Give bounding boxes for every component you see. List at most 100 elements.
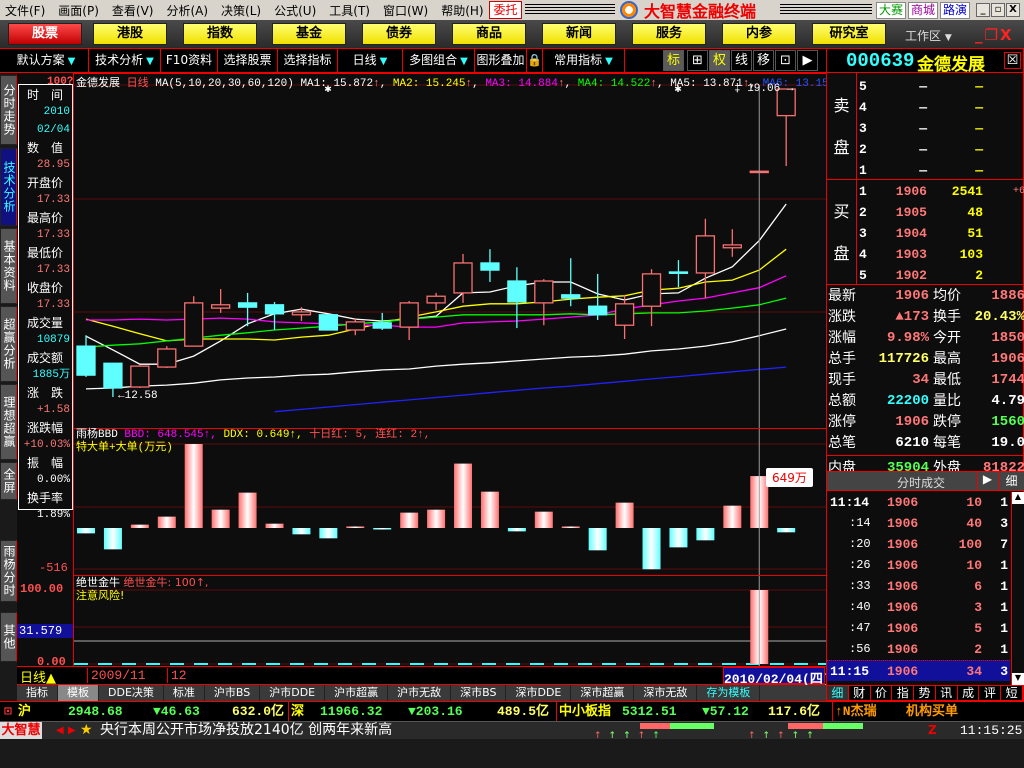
template-tab[interactable]: 存为模板 bbox=[697, 685, 761, 701]
template-tab[interactable]: 沪市BS bbox=[205, 685, 261, 701]
chart-tool-button[interactable]: ⊡ bbox=[775, 50, 796, 71]
bbd-bar[interactable] bbox=[211, 509, 230, 528]
bbd-bar[interactable] bbox=[723, 505, 742, 528]
tick-row[interactable]: :40 1906 3 1 bbox=[827, 597, 1010, 618]
side-tab[interactable]: 其他 bbox=[0, 612, 17, 662]
tick-row[interactable]: :26 1906 10 1 bbox=[827, 555, 1010, 576]
template-tab[interactable]: 指标 bbox=[17, 685, 58, 701]
tick-row[interactable]: :20 1906 100 7 bbox=[827, 534, 1010, 555]
tick-row[interactable]: 11:15 1906 34 3 bbox=[827, 660, 1010, 681]
candle[interactable] bbox=[157, 346, 177, 369]
function-button[interactable]: 图形叠加 bbox=[475, 49, 527, 72]
nav-button[interactable]: 服务 bbox=[632, 23, 706, 45]
close-button[interactable]: X bbox=[1006, 3, 1020, 17]
side-tab[interactable]: 基本资料 bbox=[0, 228, 17, 304]
candle[interactable] bbox=[426, 292, 446, 311]
candle[interactable] bbox=[453, 253, 473, 303]
candle[interactable] bbox=[291, 307, 312, 321]
quote-tab[interactable]: 细 bbox=[827, 686, 849, 700]
kline-panel[interactable]: ✱ ✱ 金德发展 日线 MA(5,10,20,30,60,120) MA1: 15… bbox=[74, 73, 848, 429]
alert-type[interactable]: 机构买单 bbox=[906, 702, 958, 721]
quote-tab[interactable]: 短 bbox=[1001, 686, 1024, 700]
bbd-bar[interactable] bbox=[77, 528, 95, 534]
quote-tab[interactable]: 评 bbox=[979, 686, 1002, 700]
menu-item[interactable]: 工具(T) bbox=[324, 2, 375, 19]
bbd-bar[interactable] bbox=[184, 444, 203, 528]
function-button[interactable]: 常用指标 ▼ bbox=[543, 49, 625, 72]
bbd-bar[interactable] bbox=[346, 526, 365, 529]
sell-level-row[interactable]: 2 — — bbox=[857, 139, 1024, 160]
workspace-menu[interactable]: 工作区 ▼ bbox=[905, 27, 952, 44]
bbd-panel[interactable]: 雨杨BBD BBD: 648.545↑, DDX: 0.649↑, 十日红: 5… bbox=[74, 428, 826, 576]
bbd-bar[interactable] bbox=[292, 528, 311, 535]
ticks-scrollbar[interactable]: ▲ ▼ bbox=[1011, 492, 1024, 685]
template-tab[interactable]: 沪市DDE bbox=[260, 685, 326, 701]
candle[interactable] bbox=[776, 88, 796, 167]
candle[interactable] bbox=[695, 218, 716, 299]
template-tab[interactable]: 深市BS bbox=[451, 685, 507, 701]
buy-level-row[interactable]: 2 1905 48 bbox=[857, 202, 1024, 223]
side-tab[interactable]: 超赢分析 bbox=[0, 306, 17, 382]
bbd-bar[interactable] bbox=[130, 524, 149, 528]
tick-row[interactable]: :14 1906 40 3 bbox=[827, 513, 1010, 534]
buy-level-row[interactable]: 5 1902 2 bbox=[857, 265, 1024, 286]
workspace-window-controls[interactable]: _❐X bbox=[975, 26, 1014, 44]
bbd-bar[interactable] bbox=[534, 511, 553, 528]
bbd-bar[interactable] bbox=[400, 512, 419, 528]
function-button[interactable]: F10资料 bbox=[161, 49, 218, 72]
menu-item[interactable]: 帮助(H) bbox=[436, 2, 488, 19]
close-icon[interactable]: X bbox=[1000, 26, 1014, 44]
nav-button[interactable]: 股票 bbox=[8, 23, 82, 45]
bbd-bar[interactable] bbox=[319, 528, 338, 539]
chart-tool-button[interactable]: ▶ bbox=[797, 50, 818, 71]
detail-button[interactable]: 细 bbox=[998, 472, 1024, 490]
menu-item[interactable]: 窗口(W) bbox=[378, 2, 433, 19]
candle[interactable] bbox=[614, 294, 635, 340]
function-button[interactable]: 日线 ▼ bbox=[338, 49, 403, 72]
buy-level-row[interactable]: 1 1906 2541 +6 bbox=[857, 181, 1024, 202]
next-news-button[interactable]: ▶ bbox=[68, 722, 76, 739]
sell-level-row[interactable]: 4 — — bbox=[857, 97, 1024, 118]
mall-button[interactable]: 商城 bbox=[908, 2, 938, 19]
template-tab[interactable]: 深市超赢 bbox=[571, 685, 635, 701]
period-toggle[interactable]: 日线▲ bbox=[20, 667, 56, 686]
buy-level-row[interactable]: 4 1903 103 bbox=[857, 244, 1024, 265]
candle[interactable] bbox=[345, 318, 365, 336]
menu-item[interactable]: 决策(L) bbox=[216, 2, 266, 19]
candle[interactable] bbox=[318, 314, 339, 331]
sell-level-row[interactable]: 3 — — bbox=[857, 118, 1024, 139]
bbd-bar[interactable] bbox=[427, 509, 446, 528]
chart-tool-button[interactable]: 权 bbox=[709, 50, 730, 71]
contest-button[interactable]: 大赛 bbox=[876, 2, 906, 19]
nav-button[interactable]: 基金 bbox=[272, 23, 346, 45]
trade-button[interactable]: 委托 bbox=[489, 1, 522, 19]
chart-tool-button[interactable]: 标 bbox=[663, 50, 684, 71]
candle[interactable] bbox=[668, 260, 689, 288]
news-headline[interactable]: 央行本周公开市场净投放2140亿 创两年来新高 bbox=[100, 722, 392, 739]
bbd-bar[interactable] bbox=[265, 523, 284, 528]
function-button[interactable]: 选择股票 bbox=[218, 49, 278, 72]
sme-label[interactable]: 中小板指 bbox=[556, 702, 611, 721]
scroll-down-icon[interactable]: ▼ bbox=[1012, 673, 1024, 685]
nav-button[interactable]: 新闻 bbox=[542, 23, 616, 45]
template-tab[interactable]: 模板 bbox=[58, 685, 99, 701]
side-tab[interactable]: 全屏 bbox=[0, 462, 17, 500]
candle[interactable] bbox=[130, 365, 150, 388]
quote-tab[interactable]: 财 bbox=[849, 686, 871, 700]
bbd-bar[interactable] bbox=[615, 502, 634, 528]
nav-button[interactable]: 内参 bbox=[722, 23, 796, 45]
quote-tab[interactable]: 势 bbox=[914, 686, 936, 700]
sh-label[interactable]: 沪 bbox=[18, 702, 31, 721]
menu-item[interactable]: 查看(V) bbox=[107, 2, 159, 19]
close-icon[interactable]: ☒ bbox=[1004, 52, 1021, 69]
bbd-bar[interactable] bbox=[238, 492, 257, 528]
bbd-bar[interactable] bbox=[454, 463, 473, 528]
sell-level-row[interactable]: 5 — — bbox=[857, 76, 1024, 97]
function-button[interactable]: 多图组合 ▼ bbox=[403, 49, 475, 72]
nav-button[interactable]: 商品 bbox=[452, 23, 526, 45]
scroll-up-icon[interactable]: ▲ bbox=[1012, 492, 1024, 504]
side-tab[interactable]: 理想超赢 bbox=[0, 384, 17, 460]
menu-item[interactable]: 公式(U) bbox=[269, 2, 321, 19]
bbd-bar[interactable] bbox=[588, 528, 607, 551]
bbd-bar[interactable] bbox=[157, 516, 176, 528]
